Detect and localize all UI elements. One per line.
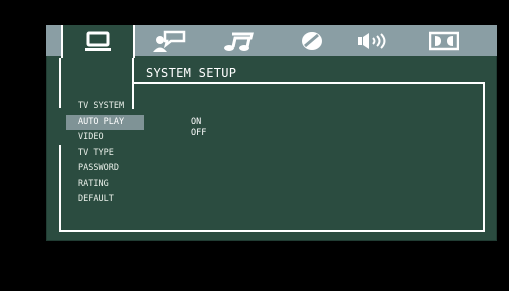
setup-menu: TV SYSTEM AUTO PLAY VIDEO TV TYPE PASSWO… — [66, 99, 144, 208]
tab-dolby-setup[interactable] — [421, 25, 466, 56]
dolby-digital-icon — [428, 31, 459, 50]
audio-setup-icon — [223, 32, 254, 51]
auto-play-options: ON OFF — [191, 117, 206, 139]
tab-audio-setup[interactable] — [216, 25, 261, 56]
general-setup-icon — [85, 31, 111, 51]
video-setup-icon — [302, 31, 322, 50]
frame-line — [59, 145, 61, 232]
tab-general-setup[interactable] — [61, 25, 135, 58]
tab-video-setup[interactable] — [292, 25, 332, 56]
menu-item-auto-play[interactable]: AUTO PLAY — [66, 114, 144, 130]
page-title: SYSTEM SETUP — [146, 66, 237, 80]
tv-screen: SYSTEM SETUP TV SYSTEM AUTO PLAY VIDEO T… — [0, 0, 509, 291]
setup-tab-bar — [46, 25, 497, 58]
frame-line — [59, 58, 61, 108]
menu-item-tv-type[interactable]: TV TYPE — [66, 146, 144, 162]
menu-item-video[interactable]: VIDEO — [66, 130, 144, 146]
frame-line — [483, 82, 485, 232]
option-off[interactable]: OFF — [191, 128, 206, 139]
tab-language-setup[interactable] — [144, 25, 194, 56]
frame-line — [132, 82, 485, 84]
speaker-setup-icon — [358, 32, 386, 49]
frame-line — [59, 230, 485, 232]
menu-item-default[interactable]: DEFAULT — [66, 192, 144, 208]
menu-item-rating[interactable]: RATING — [66, 177, 144, 193]
tab-speaker-setup[interactable] — [351, 25, 401, 56]
menu-item-tv-system[interactable]: TV SYSTEM — [66, 99, 144, 115]
option-on[interactable]: ON — [191, 117, 206, 128]
menu-item-password[interactable]: PASSWORD — [66, 161, 144, 177]
language-setup-icon — [153, 30, 186, 52]
setup-panel: SYSTEM SETUP TV SYSTEM AUTO PLAY VIDEO T… — [46, 25, 497, 241]
